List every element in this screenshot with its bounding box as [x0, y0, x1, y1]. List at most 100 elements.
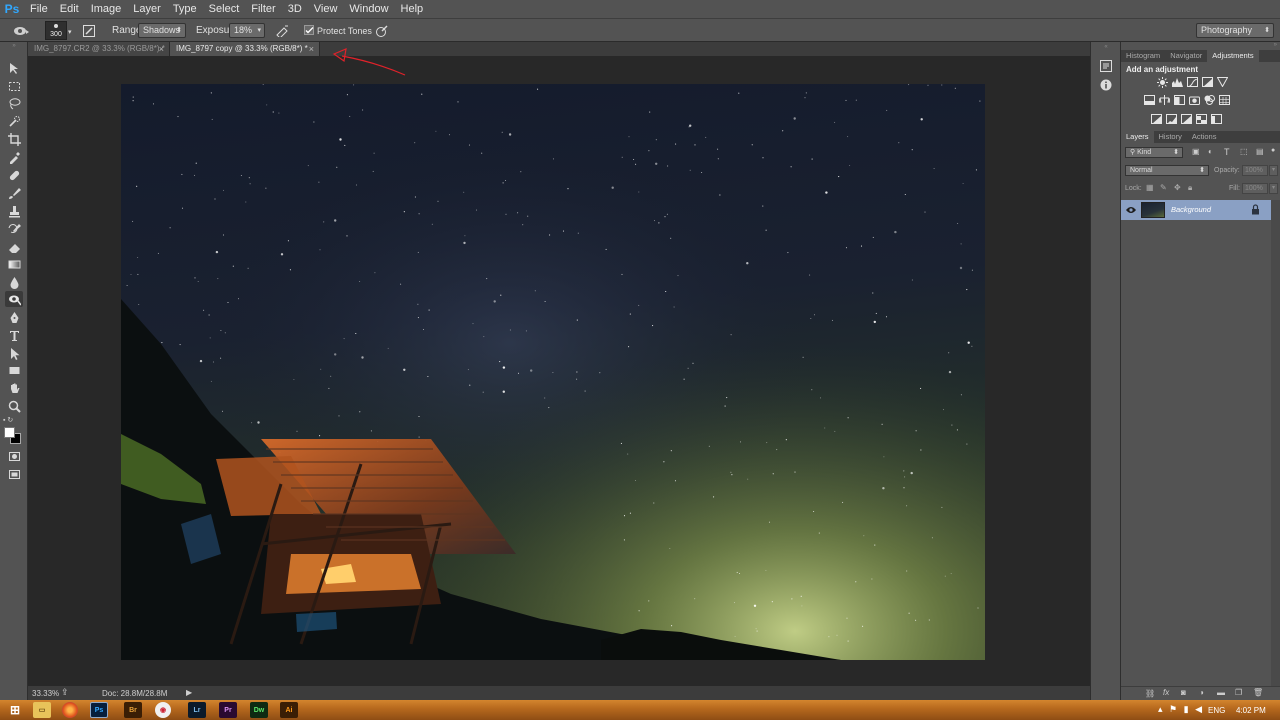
workspace-switcher[interactable]: Photography ⬍ [1196, 23, 1274, 38]
close-icon[interactable]: × [159, 42, 164, 56]
filter-toggle-icon[interactable]: ● [1271, 147, 1275, 154]
panel-collapse-icon[interactable]: » [1121, 42, 1280, 50]
close-icon[interactable]: × [309, 42, 314, 56]
flag-icon[interactable]: ⚑ [1169, 704, 1177, 714]
premiere-icon[interactable]: Pr [219, 702, 237, 718]
hand-tool-icon[interactable] [5, 380, 23, 396]
type-tool-icon[interactable] [5, 327, 23, 343]
curves-icon[interactable] [1187, 77, 1198, 88]
levels-icon[interactable] [1172, 77, 1183, 87]
healing-brush-tool-icon[interactable] [5, 167, 23, 183]
properties-icon[interactable] [1100, 60, 1112, 72]
chevron-down-icon[interactable]: ▾ [1269, 183, 1278, 194]
channel-mixer-icon[interactable] [1204, 95, 1215, 105]
menu-view[interactable]: View [308, 0, 344, 18]
layer-name[interactable]: Background [1171, 205, 1211, 214]
tab-navigator[interactable]: Navigator [1165, 50, 1207, 62]
layer-row-background[interactable]: Background [1121, 200, 1271, 220]
chevron-down-icon[interactable]: ▾ [68, 28, 72, 36]
crop-tool-icon[interactable] [5, 131, 23, 147]
color-balance-icon[interactable] [1158, 95, 1171, 105]
volume-icon[interactable]: ◀ [1195, 704, 1202, 714]
show-hidden-icons-icon[interactable]: ▴ [1158, 704, 1163, 714]
menu-help[interactable]: Help [395, 0, 430, 18]
opacity-input[interactable]: 100% [1242, 165, 1268, 176]
photoshop-taskbar-icon[interactable]: Ps [90, 702, 108, 718]
hue-saturation-icon[interactable] [1144, 95, 1155, 105]
share-icon[interactable]: ⇪ [61, 687, 69, 698]
black-white-icon[interactable] [1174, 95, 1185, 105]
network-icon[interactable]: ▮ [1184, 704, 1189, 714]
menu-file[interactable]: File [24, 0, 54, 18]
menu-type[interactable]: Type [167, 0, 203, 18]
lightroom-icon[interactable]: Lr [188, 702, 206, 718]
filter-adjustment-icon[interactable]: ◐ [1208, 147, 1213, 156]
filter-smart-object-icon[interactable]: ▤ [1256, 147, 1264, 156]
document-canvas[interactable] [121, 84, 985, 660]
zoom-level[interactable]: 33.33% [32, 689, 59, 698]
tab-actions[interactable]: Actions [1187, 131, 1222, 143]
menu-image[interactable]: Image [85, 0, 128, 18]
delete-layer-icon[interactable]: 🗑︎ [1253, 688, 1263, 697]
brush-panel-icon[interactable] [80, 22, 98, 40]
range-select[interactable]: Shadows ⬍ [138, 23, 186, 38]
illustrator-icon[interactable]: Ai [280, 702, 298, 718]
lock-image-icon[interactable]: ✎ [1160, 183, 1167, 192]
filter-type-icon[interactable]: T [1224, 147, 1230, 157]
brightness-contrast-icon[interactable] [1157, 77, 1168, 88]
foreground-color-swatch[interactable] [4, 427, 15, 438]
blur-tool-icon[interactable] [5, 274, 23, 290]
marquee-tool-icon[interactable] [5, 78, 23, 94]
eyedropper-tool-icon[interactable] [5, 149, 23, 165]
path-selection-tool-icon[interactable] [5, 345, 23, 361]
history-brush-tool-icon[interactable] [5, 221, 23, 237]
vibrance-icon[interactable] [1216, 77, 1229, 88]
lock-all-icon[interactable]: 🔒︎ [1188, 183, 1192, 193]
gradient-tool-icon[interactable] [5, 256, 23, 272]
zoom-tool-icon[interactable] [5, 398, 23, 414]
chevron-down-icon[interactable]: ▾ [1269, 165, 1278, 176]
move-tool-icon[interactable] [5, 60, 23, 76]
new-group-icon[interactable]: ▬ [1217, 688, 1225, 697]
doc-tab-copy[interactable]: IMG_8797 copy @ 33.3% (RGB/8*) * × [170, 42, 320, 56]
new-layer-icon[interactable]: ❐ [1235, 688, 1242, 697]
lock-transparent-icon[interactable]: ▦ [1146, 183, 1154, 192]
panel-collapse-icon[interactable]: » [0, 43, 28, 49]
info-icon[interactable] [1100, 79, 1112, 91]
layer-filter-select[interactable]: ⚲ Kind ⬍ [1125, 147, 1183, 158]
file-explorer-icon[interactable]: ▭ [33, 702, 51, 718]
link-layers-icon[interactable]: ⛓ [1145, 689, 1155, 698]
swap-colors-icon[interactable]: ▪ ↻ [3, 416, 25, 424]
eye-icon[interactable] [1125, 204, 1137, 216]
pen-tool-icon[interactable] [5, 309, 23, 325]
add-mask-icon[interactable]: ◙ [1181, 688, 1186, 697]
filter-shape-icon[interactable]: ⬚ [1240, 147, 1248, 156]
protect-tones-checkbox[interactable] [304, 25, 314, 35]
status-menu-arrow-icon[interactable]: ▶ [186, 688, 192, 697]
brush-tool-icon[interactable] [5, 185, 23, 201]
blend-mode-select[interactable]: Normal ⬍ [1125, 165, 1209, 176]
filter-pixel-icon[interactable]: ▣ [1192, 147, 1200, 156]
tab-histogram[interactable]: Histogram [1121, 50, 1165, 62]
tab-layers[interactable]: Layers [1121, 131, 1154, 143]
threshold-icon[interactable] [1181, 114, 1192, 124]
exposure-input[interactable]: 18% ▾ [229, 23, 265, 38]
quick-mask-icon[interactable] [5, 448, 23, 464]
quick-selection-tool-icon[interactable] [5, 113, 23, 129]
layer-style-icon[interactable]: fx [1163, 688, 1169, 697]
menu-layer[interactable]: Layer [127, 0, 167, 18]
gradient-map-icon[interactable] [1211, 114, 1222, 124]
firefox-icon[interactable] [62, 702, 78, 718]
layers-scrollbar[interactable] [1271, 200, 1280, 686]
brush-preset-picker[interactable]: 300 [45, 21, 67, 40]
menu-window[interactable]: Window [343, 0, 394, 18]
airbrush-icon[interactable] [273, 22, 291, 40]
chrome-icon[interactable]: ◉ [155, 702, 171, 718]
fill-input[interactable]: 100% [1242, 183, 1268, 194]
bridge-icon[interactable]: Br [124, 702, 142, 718]
menu-3d[interactable]: 3D [282, 0, 308, 18]
color-lookup-icon[interactable] [1219, 95, 1230, 105]
menu-filter[interactable]: Filter [245, 0, 281, 18]
burn-tool-preset-icon[interactable] [12, 22, 30, 40]
dreamweaver-icon[interactable]: Dw [250, 702, 268, 718]
